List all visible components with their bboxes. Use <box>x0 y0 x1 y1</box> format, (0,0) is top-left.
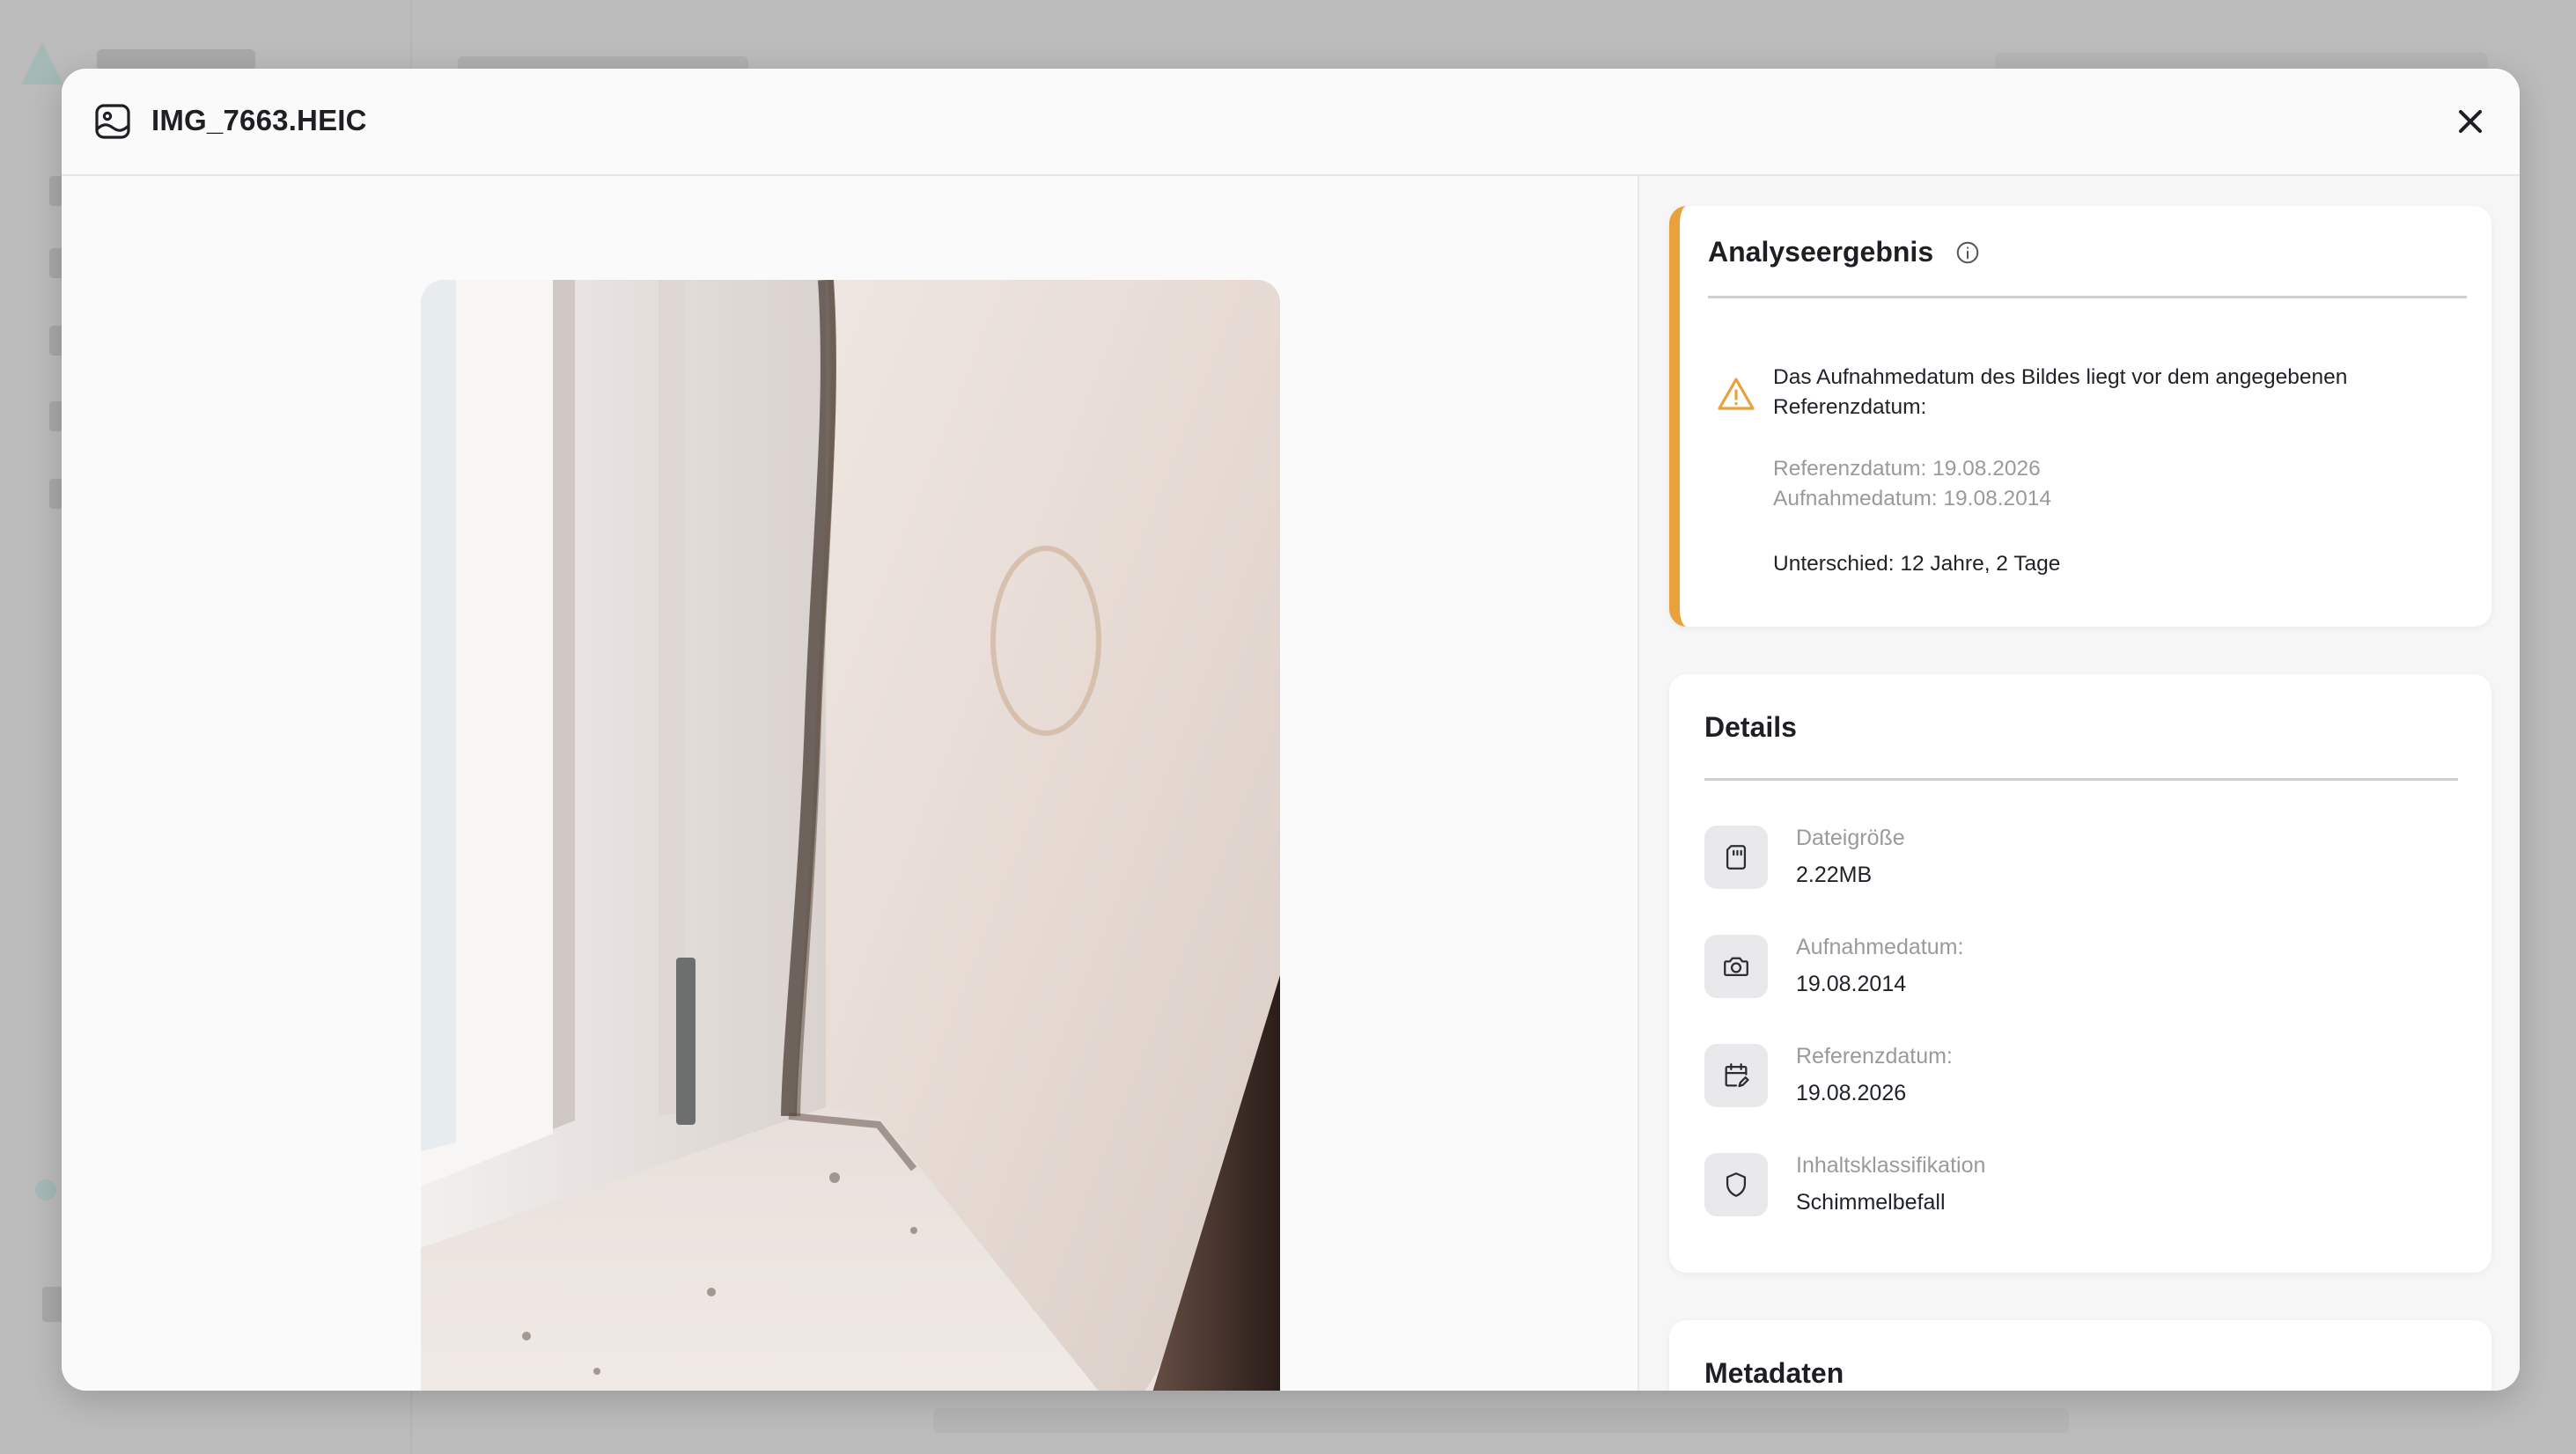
details-card: Details Dateigröße 2.22MB Aufnahmedatum:… <box>1669 674 2491 1273</box>
detail-value: 2.22MB <box>1796 863 1873 887</box>
details-divider <box>1704 778 2458 781</box>
warning-icon <box>1718 378 1755 410</box>
detail-row-capture-date: Aufnahmedatum: 19.08.2014 <box>1704 935 2462 1005</box>
analysis-divider <box>1708 296 2467 298</box>
analysis-result-card: Analyseergebnis Das Aufnahmedatum des Bi… <box>1669 206 2491 627</box>
detail-label: Inhaltsklassifikation <box>1796 1153 1986 1178</box>
app-logo <box>21 42 63 84</box>
detail-row-reference-date: Referenzdatum: 19.08.2026 <box>1704 1044 2462 1114</box>
calendar-edit-icon <box>1725 1063 1749 1088</box>
close-icon[interactable] <box>2451 102 2490 141</box>
metadata-title: Metadaten <box>1704 1357 1844 1389</box>
background-status-dot <box>35 1179 56 1201</box>
details-title: Details <box>1704 711 1797 743</box>
detail-value: Schimmelbefall <box>1796 1190 1946 1215</box>
background-footer-text <box>933 1408 2069 1433</box>
detail-icon-box <box>1704 826 1768 889</box>
image-file-icon <box>95 104 130 139</box>
detail-label: Referenzdatum: <box>1796 1044 1953 1068</box>
modal-title: IMG_7663.HEIC <box>151 104 367 136</box>
date-difference-line: Unterschied: 12 Jahre, 2 Tage <box>1773 552 2061 576</box>
app-logo-text <box>97 49 255 70</box>
warning-message-line1: Das Aufnahmedatum des Bildes liegt vor d… <box>1773 365 2348 389</box>
detail-label: Dateigröße <box>1796 826 1905 850</box>
image-preview-pane <box>62 176 1638 1391</box>
reference-date-line: Referenzdatum: 19.08.2026 <box>1773 457 2041 481</box>
sd-card-icon <box>1726 845 1747 870</box>
modal-header: IMG_7663.HEIC <box>62 69 2520 176</box>
detail-row-file-size: Dateigröße 2.22MB <box>1704 826 2462 896</box>
metadata-card: Metadaten <box>1669 1320 2491 1391</box>
detail-value: 19.08.2014 <box>1796 972 1907 996</box>
detail-icon-box <box>1704 935 1768 998</box>
preview-photo <box>421 280 1280 1391</box>
detail-row-content-classification: Inhaltsklassifikation Schimmelbefall <box>1704 1153 2462 1223</box>
shield-icon <box>1726 1172 1747 1197</box>
image-preview-modal: IMG_7663.HEIC Analyseergebnis Das Aufnah… <box>62 69 2520 1391</box>
info-sidebar: Analyseergebnis Das Aufnahmedatum des Bi… <box>1638 176 2520 1391</box>
info-icon[interactable] <box>1954 239 1981 266</box>
detail-label: Aufnahmedatum: <box>1796 935 1964 959</box>
camera-icon <box>1724 957 1748 977</box>
detail-icon-box <box>1704 1153 1768 1216</box>
warning-message-line2: Referenzdatum: <box>1773 395 1927 419</box>
detail-value: 19.08.2026 <box>1796 1081 1907 1105</box>
capture-date-line: Aufnahmedatum: 19.08.2014 <box>1773 487 2052 510</box>
analysis-title: Analyseergebnis <box>1708 236 1934 268</box>
detail-icon-box <box>1704 1044 1768 1107</box>
